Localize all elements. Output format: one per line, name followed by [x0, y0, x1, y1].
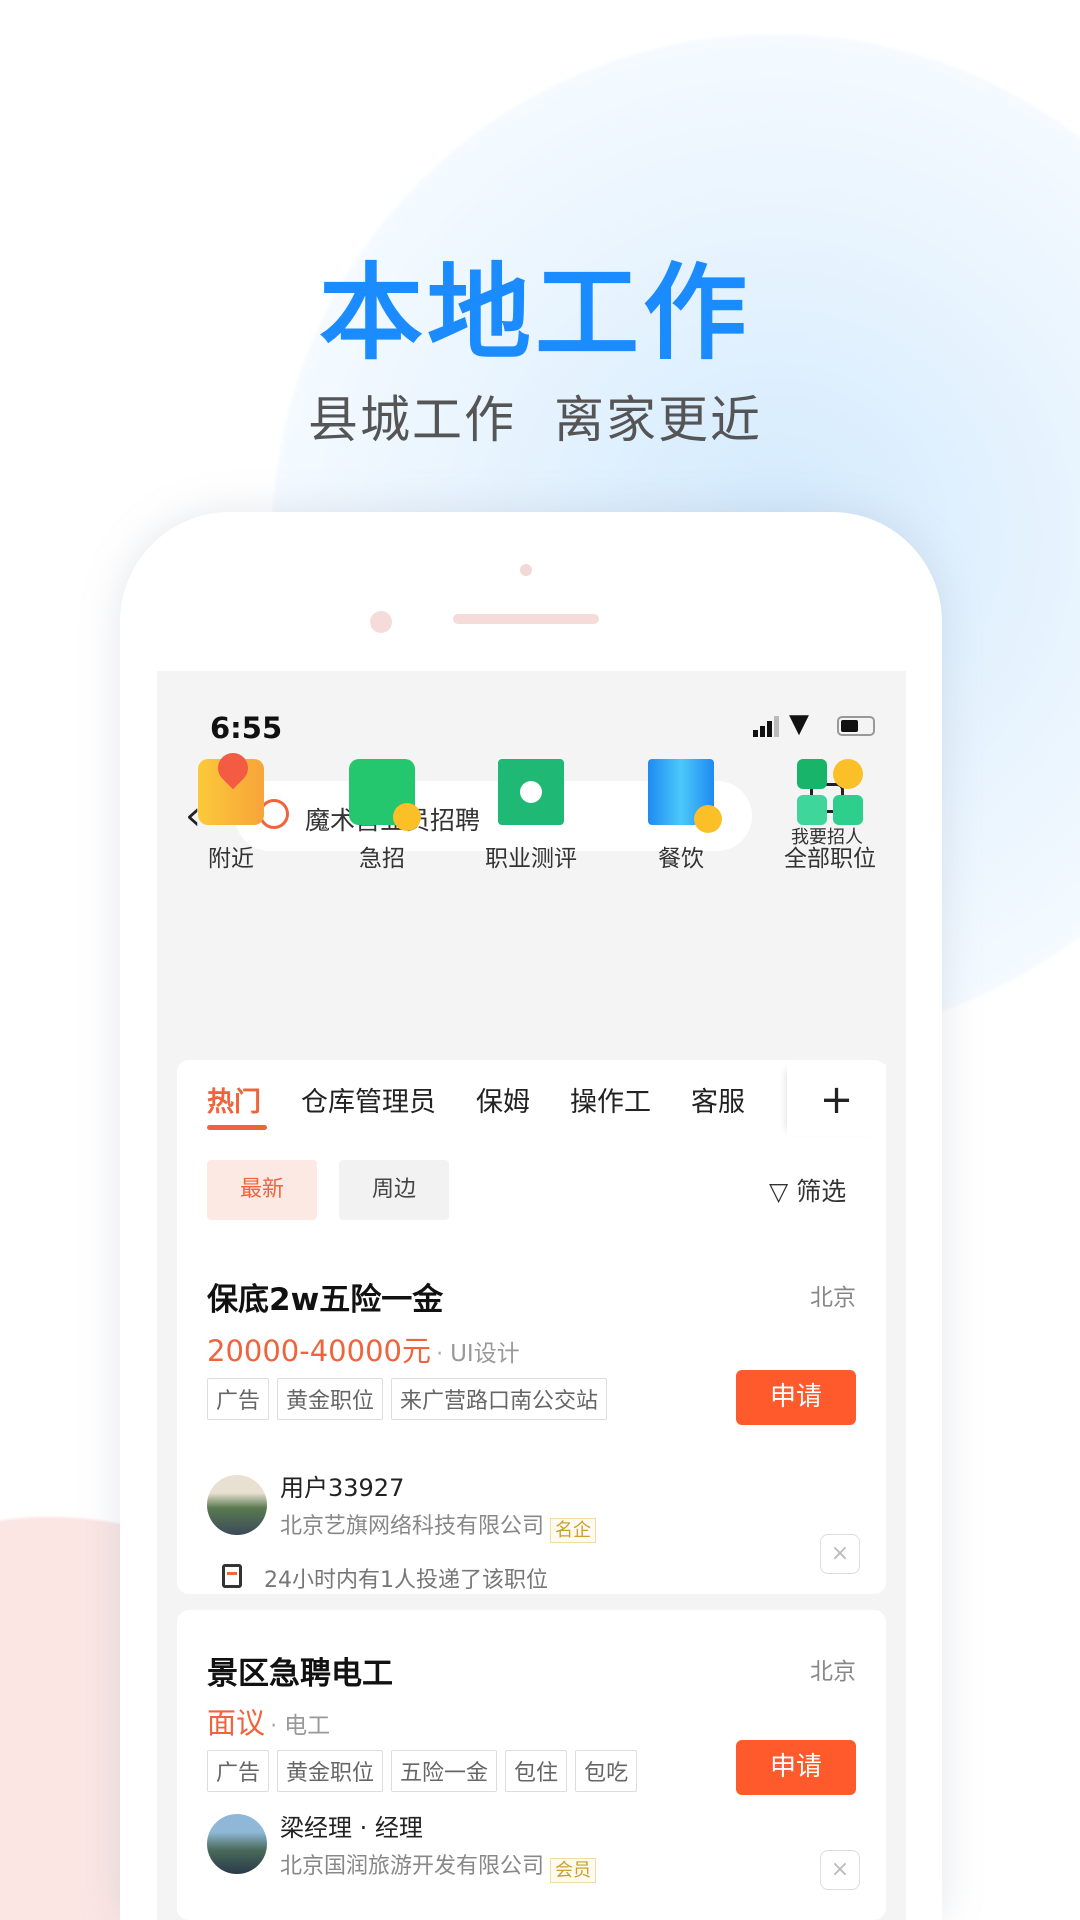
filter-icon: ▽	[769, 1177, 789, 1206]
signal-icon	[753, 715, 781, 737]
job-salary: 20000-40000元	[207, 1334, 431, 1368]
tag: 包吃	[575, 1750, 638, 1792]
tag: 广告	[207, 1378, 270, 1420]
tag: 来广营路口南公交站	[391, 1378, 608, 1420]
shortcut-all-jobs[interactable]: 全部职位	[770, 759, 890, 873]
company-name: 北京艺旗网络科技有限公司	[280, 1514, 545, 1539]
job-salary-row: 20000-40000元 · UI设计	[207, 1334, 520, 1368]
job-city: 北京	[810, 1659, 856, 1685]
company-row: 北京国润旅游开发有限公司 会员	[280, 1848, 597, 1883]
add-tab-button[interactable]: +	[787, 1064, 886, 1136]
shortcut-label: 职业测评	[485, 846, 577, 872]
filter-chip-nearby[interactable]: 周边	[339, 1160, 449, 1220]
document-icon	[222, 1564, 242, 1588]
tab-operator[interactable]: 操作工	[570, 1080, 651, 1120]
job-category: 电工	[284, 1713, 331, 1739]
filter-label: 筛选	[796, 1177, 847, 1206]
job-title: 景区急聘电工	[207, 1656, 393, 1692]
map-pin-icon	[198, 746, 264, 825]
phone-speaker	[453, 614, 599, 624]
job-tags: 广告 黄金职位 来广营路口南公交站	[207, 1378, 615, 1420]
filter-button[interactable]: ▽ 筛选	[769, 1172, 846, 1208]
avatar	[207, 1814, 267, 1874]
tab-hot[interactable]: 热门	[207, 1080, 261, 1120]
job-category: UI设计	[450, 1341, 520, 1367]
urgent-bag-icon	[349, 759, 421, 831]
assessment-clipboard-icon	[498, 759, 564, 825]
battery-icon	[837, 716, 875, 736]
job-city: 北京	[810, 1285, 856, 1311]
poster-name: 用户33927	[280, 1474, 405, 1502]
shortcut-label: 附近	[208, 846, 254, 872]
dismiss-button[interactable]: ×	[820, 1850, 860, 1890]
poster-name: 梁经理 · 经理	[280, 1814, 423, 1842]
tab-nanny[interactable]: 保姆	[476, 1080, 530, 1120]
tag: 黄金职位	[277, 1750, 384, 1792]
job-salary: 面议	[207, 1706, 266, 1740]
job-salary-row: 面议 · 电工	[207, 1706, 331, 1740]
category-tabs: 热门 仓库管理员 保姆 操作工 客服	[207, 1080, 787, 1120]
all-categories-grid-icon	[797, 759, 863, 825]
company-badge: 名企	[550, 1517, 597, 1543]
filter-chip-newest[interactable]: 最新	[207, 1160, 317, 1220]
shortcut-label: 急招	[359, 846, 405, 872]
company-name: 北京国润旅游开发有限公司	[280, 1854, 545, 1879]
avatar	[207, 1475, 267, 1535]
hero-subtitle: 县城工作 离家更近	[308, 391, 762, 449]
tag: 五险一金	[391, 1750, 498, 1792]
job-card[interactable]: 景区急聘电工 北京 面议 · 电工 广告 黄金职位 五险一金 包住 包吃 申请 梁经理 …	[177, 1610, 886, 1920]
job-card[interactable]: 热门 仓库管理员 保姆 操作工 客服 + 最新 周边 ▽ 筛选 保底2w五险一金…	[177, 1060, 886, 1594]
company-badge: 会员	[550, 1857, 597, 1883]
hero-title: 本地工作	[318, 252, 751, 374]
shortcut-urgent[interactable]: 急招	[322, 759, 442, 873]
activity-note: 24小时内有1人投递了该职位	[264, 1568, 548, 1593]
shortcut-assessment[interactable]: 职业测评	[471, 759, 591, 873]
active-tab-underline	[207, 1125, 267, 1130]
tag: 黄金职位	[277, 1378, 384, 1420]
apply-button[interactable]: 申请	[736, 1740, 856, 1795]
shortcut-catering[interactable]: 餐饮	[621, 759, 741, 873]
apply-button[interactable]: 申请	[736, 1370, 856, 1425]
shortcut-label: 全部职位	[784, 846, 876, 872]
tab-warehouse-manager[interactable]: 仓库管理员	[301, 1080, 436, 1120]
tab-customer-service[interactable]: 客服	[691, 1080, 745, 1120]
shortcut-nearby[interactable]: 附近	[171, 746, 291, 873]
app-screen: 6:55 ▼ ‹ 魔术营业员招聘 我要招人 附近 急招 职业测评 餐饮	[157, 671, 906, 1920]
phone-sensor	[520, 564, 532, 576]
phone-camera	[370, 611, 392, 633]
tag: 包住	[505, 1750, 568, 1792]
job-title: 保底2w五险一金	[207, 1282, 444, 1318]
company-row: 北京艺旗网络科技有限公司 名企	[280, 1508, 597, 1543]
job-tags: 广告 黄金职位 五险一金 包住 包吃	[207, 1750, 645, 1792]
shortcut-label: 餐饮	[658, 846, 704, 872]
dismiss-button[interactable]: ×	[820, 1534, 860, 1574]
status-time: 6:55	[210, 711, 283, 745]
tag: 广告	[207, 1750, 270, 1792]
food-book-icon	[648, 759, 722, 833]
wifi-icon: ▼	[789, 709, 809, 739]
